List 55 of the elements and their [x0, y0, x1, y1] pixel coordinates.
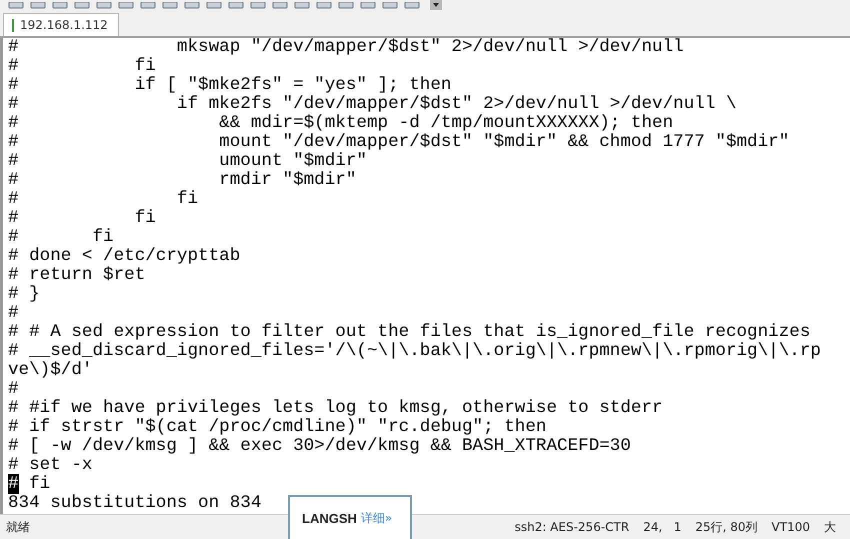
toolbar-icon[interactable] — [228, 2, 244, 10]
terminal-line: # rmdir "$mdir" — [8, 171, 356, 190]
toolbar-icon[interactable] — [404, 2, 420, 10]
status-text: 就绪 — [6, 518, 30, 536]
terminal-line: # __sed_discard_ignored_files='/\(~\|\.bak\|\.orig\|\.rpmnew\|\.rpmorig\|\.rp — [8, 342, 821, 361]
toolbar-icon[interactable] — [316, 2, 332, 10]
terminal-line: # } — [8, 285, 40, 304]
toolbar-icon[interactable] — [74, 2, 90, 10]
terminal-line: # mount "/dev/mapper/$dst" "$mdir" && chmod 1777 "$mdir" — [8, 133, 790, 152]
terminal-line: # set -x — [8, 456, 92, 475]
terminal-line: # if strstr "$(cat /proc/cmdline)" "rc.debug"; then — [8, 418, 546, 437]
toolbar-icon[interactable] — [382, 2, 398, 10]
toolbar-icon[interactable] — [250, 2, 266, 10]
terminal-line: # && mdir=$(mktemp -d /tmp/mountXXXXXX); then — [8, 114, 674, 133]
toolbar-icon[interactable] — [162, 2, 178, 10]
terminal-line: # fi — [8, 57, 156, 76]
terminal-line: ve\)$/d' — [8, 361, 92, 380]
terminal-line: # done < /etc/crypttab — [8, 247, 240, 266]
terminal-size: 25行, 80列 — [695, 518, 758, 536]
terminal-line: # return $ret — [8, 266, 146, 285]
toolbar-icon[interactable] — [30, 2, 46, 10]
toolbar-icon[interactable] — [338, 2, 354, 10]
toolbar-icon[interactable] — [272, 2, 288, 10]
terminal-line: # mkswap "/dev/mapper/$dst" 2>/dev/null >/dev/null — [8, 38, 684, 57]
toolbar-icon[interactable] — [140, 2, 156, 10]
toolbar-icon[interactable] — [118, 2, 134, 10]
status-indicator-icon — [12, 18, 14, 32]
terminal-line: # [ -w /dev/kmsg ] && exec 30>/dev/kmsg && BASH_XTRACEFD=30 — [8, 437, 631, 456]
toolbar-icon[interactable] — [96, 2, 112, 10]
popup-title: LANGSH — [302, 510, 357, 526]
caps-indicator: 大 — [824, 518, 836, 536]
toolbar-icon[interactable] — [52, 2, 68, 10]
dropdown-icon[interactable] — [430, 0, 442, 10]
toolbar-icon[interactable] — [184, 2, 200, 10]
terminal-line: # if mke2fs "/dev/mapper/$dst" 2>/dev/null >/dev/null \ — [8, 95, 736, 114]
terminal-line: # #if we have privileges lets log to kmsg, otherwise to stderr — [8, 399, 663, 418]
toolbar-icon[interactable] — [206, 2, 222, 10]
terminal-line: # fi — [8, 475, 50, 494]
toolbar-icon[interactable] — [8, 2, 24, 10]
session-tab[interactable]: 192.168.1.112 — [3, 13, 119, 36]
terminal-line: # fi — [8, 228, 114, 247]
terminal-line: # if [ "$mke2fs" = "yes" ]; then — [8, 76, 452, 95]
terminal-line: # fi — [8, 209, 156, 228]
terminal-line: # — [8, 380, 19, 399]
terminal-line: # umount "$mdir" — [8, 152, 367, 171]
terminal-line: 834 substitutions on 834 — [8, 494, 262, 513]
terminal-line: # fi — [8, 190, 198, 209]
terminal-line: # # A sed expression to filter out the files that is_ignored_file recognizes — [8, 323, 810, 342]
terminal-line: # — [8, 304, 19, 323]
cursor-position: 24, 1 — [643, 520, 682, 534]
emulation-text: VT100 — [772, 520, 810, 534]
toolbar-icon[interactable] — [360, 2, 376, 10]
cipher-text: ssh2: AES-256-CTR — [514, 520, 630, 534]
details-link[interactable]: 详细» — [360, 510, 392, 526]
toolbar-icon[interactable] — [294, 2, 310, 10]
